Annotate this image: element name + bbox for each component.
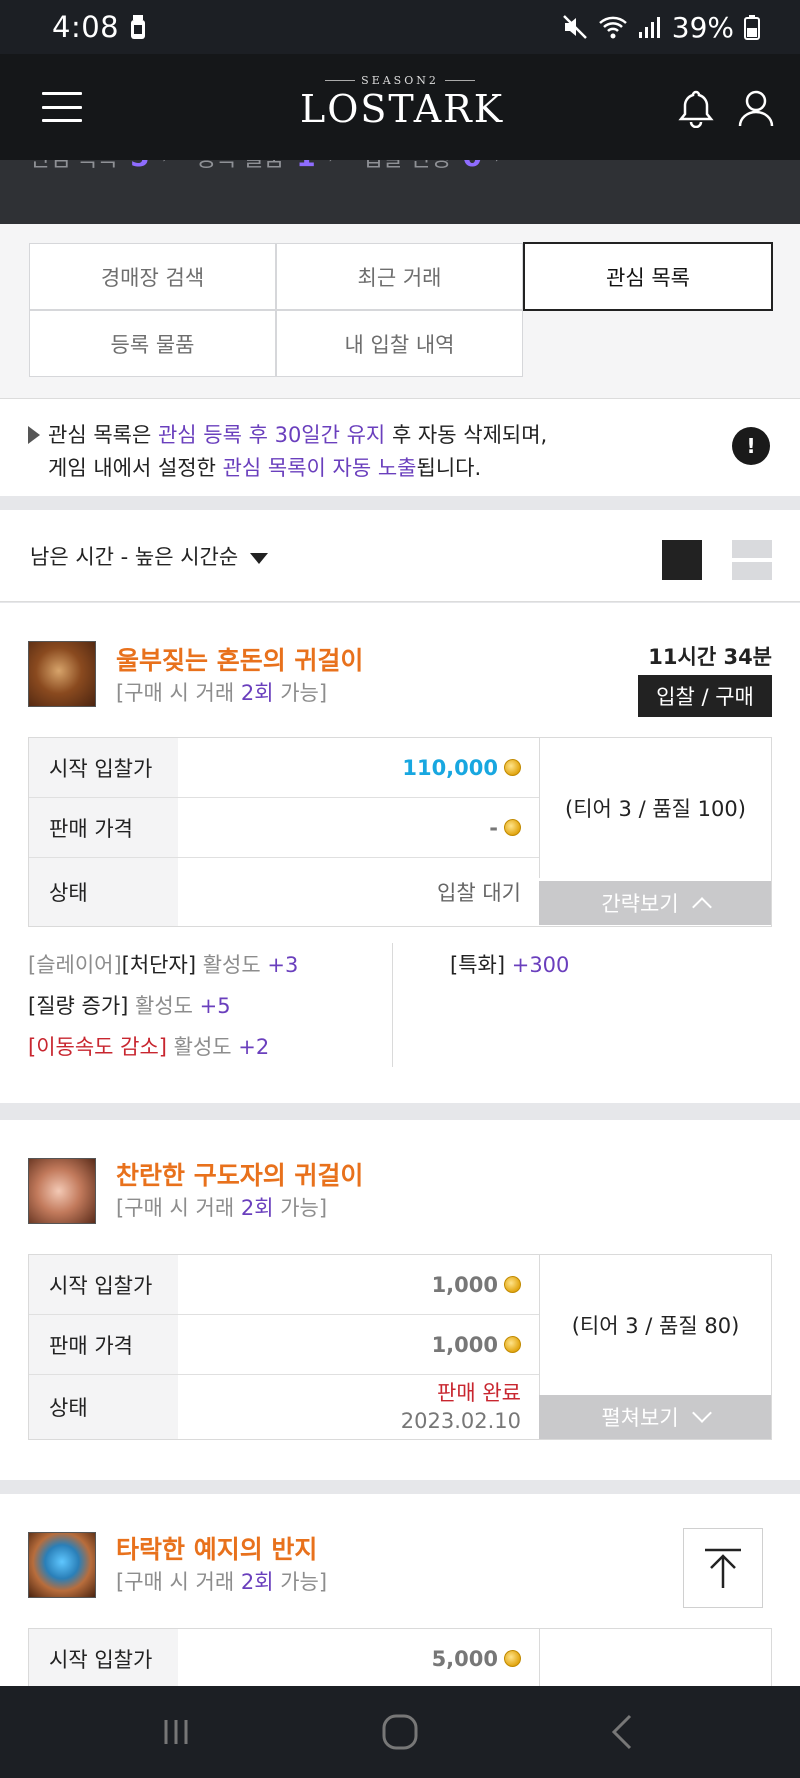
trade-limit: [구매 시 거래 2회 가능] (116, 681, 328, 705)
item-name[interactable]: 울부짖는 혼돈의 귀걸이 (116, 641, 363, 677)
start-bid-value: 5,000 (431, 1646, 498, 1671)
status-date: 2023.02.10 (400, 1409, 521, 1433)
effect-line: [질량 증가] 활성도 +5 (28, 994, 231, 1018)
start-bid-row: 시작 입찰가 5,000 (29, 1629, 539, 1689)
start-bid-value: 1,000 (431, 1272, 498, 1297)
trade-limit: [구매 시 거래 2회 가능] (116, 1570, 328, 1594)
time-left: 11시간 34분 (648, 645, 772, 669)
tab-registered-items[interactable]: 등록 물품 (29, 310, 276, 377)
home-icon[interactable] (376, 1708, 424, 1756)
auction-tabs: 경매장 검색 최근 거래 관심 목록 등록 물품 내 입찰 내역 (0, 224, 800, 398)
signal-icon (638, 17, 660, 38)
sort-dropdown[interactable]: 남은 시간 - 높은 시간순 (30, 541, 269, 571)
ring-icon (28, 1532, 96, 1598)
chevron-down-icon (691, 1403, 712, 1423)
back-icon[interactable] (600, 1708, 648, 1756)
gold-coin-icon (504, 1276, 521, 1293)
sort-bar: 남은 시간 - 높은 시간순 (0, 510, 800, 602)
trade-limit: [구매 시 거래 2회 가능] (116, 1196, 328, 1220)
item-name[interactable]: 찬란한 구도자의 귀걸이 (116, 1156, 363, 1192)
user-icon[interactable] (736, 88, 776, 128)
arrow-up-icon (705, 1548, 741, 1588)
gold-coin-icon (504, 1650, 521, 1667)
battery-percent: 39% (671, 10, 734, 44)
bell-icon[interactable] (676, 88, 716, 128)
chevron-up-icon (691, 897, 712, 917)
lostark-logo[interactable]: SEASON2 LOSTARK (300, 74, 505, 131)
status-value: 판매 완료 (437, 1381, 521, 1405)
item-card: 찬란한 구도자의 귀걸이 [구매 시 거래 2회 가능] 시작 입찰가 1,00… (0, 1120, 800, 1480)
start-bid-value: 110,000 (402, 755, 498, 780)
alert-icon[interactable]: ! (732, 427, 770, 465)
earring-icon (28, 1158, 96, 1224)
grid-view-icon[interactable] (662, 540, 702, 580)
status-row: 상태 입찰 대기 (29, 858, 539, 926)
triangle-bullet-icon (28, 426, 40, 444)
engraving-effects: [슬레이어][처단자] 활성도 +3 [질량 증가] 활성도 +5 [이동속도 … (28, 945, 298, 1068)
bid-buy-button[interactable]: 입찰 / 구매 (638, 675, 772, 717)
notice-line-2: 게임 내에서 설정한 관심 목록이 자동 노출됩니다. (48, 456, 482, 480)
tab-watchlist[interactable]: 관심 목록 (523, 242, 773, 311)
status-row: 상태 판매 완료 2023.02.10 (29, 1375, 539, 1439)
status-value: 입찰 대기 (437, 881, 521, 905)
item-card: 울부짖는 혼돈의 귀걸이 [구매 시 거래 2회 가능] 11시간 34분 입찰… (0, 603, 800, 1103)
effect-line: [이동속도 감소] 활성도 +2 (28, 1035, 270, 1059)
watchlist-notice: 관심 목록은 관심 등록 후 30일간 유지 후 자동 삭제되며, 게임 내에서… (0, 398, 800, 496)
list-view-icon[interactable] (732, 540, 772, 580)
hamburger-menu-icon[interactable] (42, 92, 82, 122)
clock: 4:08 (52, 10, 120, 44)
caret-down-icon (250, 552, 269, 564)
effect-line: [슬레이어][처단자] 활성도 +3 (28, 953, 299, 977)
item-card: 타락한 예지의 반지 [구매 시 거래 2회 가능] 시작 입찰가 5,000 (0, 1494, 800, 1699)
expand-button[interactable]: 펼쳐보기 (539, 1395, 771, 1439)
notice-line-1: 관심 목록은 관심 등록 후 30일간 유지 후 자동 삭제되며, (28, 419, 800, 452)
bottle-icon (131, 15, 146, 39)
tier-quality: (티어 3 / 품질 100) (539, 738, 771, 878)
gold-coin-icon (504, 759, 521, 776)
logo-season: SEASON2 (361, 74, 439, 87)
site-header: SEASON2 LOSTARK (0, 54, 800, 160)
start-bid-row: 시작 입찰가 1,000 (29, 1255, 539, 1315)
scroll-to-top-button[interactable] (683, 1528, 763, 1608)
item-name[interactable]: 타락한 예지의 반지 (116, 1530, 317, 1566)
sale-price-row: 판매 가격 1,000 (29, 1315, 539, 1375)
sale-price-value: 1,000 (431, 1332, 498, 1357)
sale-price-row: 판매 가격 - (29, 798, 539, 858)
price-table: 시작 입찰가 1,000 판매 가격 1,000 상태 판매 완료 2023.02… (28, 1254, 772, 1440)
gold-coin-icon (504, 819, 521, 836)
collapse-button[interactable]: 간략보기 (539, 881, 771, 925)
tab-recent-trades[interactable]: 최근 거래 (276, 243, 523, 310)
status-bar: 4:08 39% (0, 0, 800, 54)
system-navigation-bar (0, 1686, 800, 1778)
battery-icon (744, 15, 760, 40)
divider (392, 943, 393, 1067)
tab-auction-search[interactable]: 경매장 검색 (29, 243, 276, 310)
stat-effect: [특화] +300 (450, 953, 570, 977)
wifi-icon (598, 16, 627, 39)
start-bid-row: 시작 입찰가 110,000 (29, 738, 539, 798)
sale-price-value: - (489, 815, 498, 840)
earring-icon (28, 641, 96, 707)
logo-brand: LOSTARK (300, 87, 505, 131)
recent-apps-icon[interactable] (152, 1708, 200, 1756)
tier-quality: (티어 3 / 품질 80) (539, 1255, 771, 1395)
gold-coin-icon (504, 1336, 521, 1353)
mute-icon (562, 15, 587, 39)
price-table: 시작 입찰가 110,000 판매 가격 - 상태 입찰 대기 (티어 3 / … (28, 737, 772, 927)
tab-my-bids[interactable]: 내 입찰 내역 (276, 310, 523, 377)
